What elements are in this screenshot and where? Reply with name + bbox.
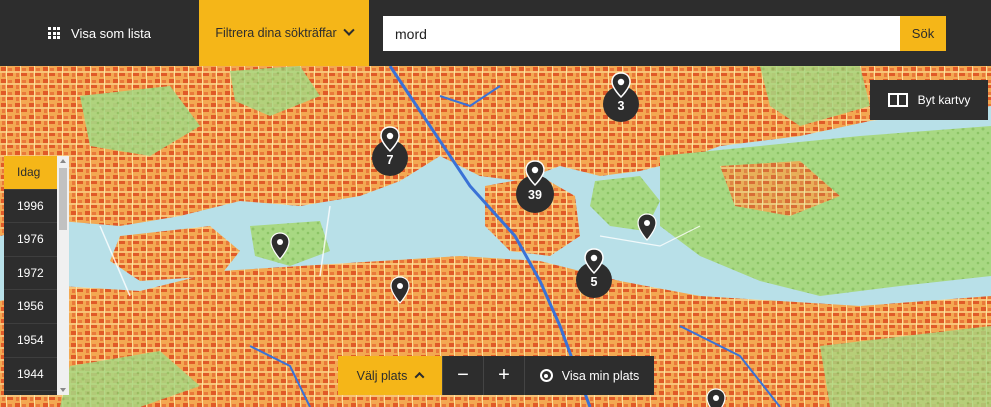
change-map-view-button[interactable]: Byt kartvy [870, 80, 988, 120]
map-pin-icon [270, 232, 290, 260]
filter-label: Filtrera dina sökträffar [215, 26, 337, 40]
cluster-count: 5 [590, 275, 598, 289]
location-target-icon [539, 369, 553, 382]
zoom-out-button[interactable]: − [442, 356, 483, 395]
map-pin-icon [637, 213, 657, 241]
my-location-button[interactable]: Visa min plats [524, 356, 654, 395]
map-pin-marker[interactable] [637, 213, 657, 241]
zoom-in-button[interactable]: + [483, 356, 524, 395]
cluster-count: 7 [386, 153, 394, 167]
cluster-count: 39 [528, 188, 542, 202]
list-view-button[interactable]: Visa som lista [0, 0, 199, 66]
map-cluster-marker[interactable]: 3 [602, 71, 640, 123]
change-map-label: Byt kartvy [917, 93, 971, 107]
map-pin-marker[interactable] [390, 276, 410, 304]
my-location-label: Visa min plats [561, 368, 640, 383]
search-button[interactable]: Sök [900, 16, 946, 51]
map-pin-marker[interactable] [706, 388, 726, 407]
map-cluster-marker[interactable]: 39 [515, 159, 555, 213]
map-pin-marker[interactable] [270, 232, 290, 260]
choose-place-button[interactable]: Välj plats [338, 356, 442, 395]
choose-place-label: Välj plats [356, 368, 408, 383]
map-cluster-marker[interactable]: 5 [575, 247, 613, 299]
scroll-thumb[interactable] [59, 168, 67, 230]
scroll-down-icon[interactable] [60, 388, 66, 392]
map-layout-icon [887, 93, 908, 107]
year-item-1954[interactable]: 1954 [4, 324, 57, 358]
year-item-1972[interactable]: 1972 [4, 257, 57, 291]
timeline-scrollbar[interactable] [57, 156, 69, 395]
list-view-label: Visa som lista [71, 25, 151, 41]
chevron-down-icon [343, 24, 355, 36]
year-timeline: Idag 1996 1976 1972 1956 1954 1944 [4, 156, 69, 395]
filter-button[interactable]: Filtrera dina sökträffar [199, 0, 369, 66]
map-bottom-controls: Välj plats − + Visa min plats [338, 356, 654, 395]
year-item-1956[interactable]: 1956 [4, 290, 57, 324]
year-item-idag[interactable]: Idag [4, 156, 57, 190]
year-item-1944[interactable]: 1944 [4, 358, 57, 392]
map-cluster-marker[interactable]: 7 [371, 125, 409, 177]
chevron-up-icon [414, 371, 425, 382]
year-item-1996[interactable]: 1996 [4, 190, 57, 224]
search-input[interactable] [383, 16, 900, 51]
year-item-1976[interactable]: 1976 [4, 223, 57, 257]
map-pin-icon [390, 276, 410, 304]
grid-icon [48, 27, 61, 39]
scroll-up-icon[interactable] [60, 159, 66, 163]
top-bar: Visa som lista Filtrera dina sökträffar … [0, 0, 991, 66]
map-pin-icon [706, 388, 726, 407]
cluster-count: 3 [617, 99, 625, 113]
